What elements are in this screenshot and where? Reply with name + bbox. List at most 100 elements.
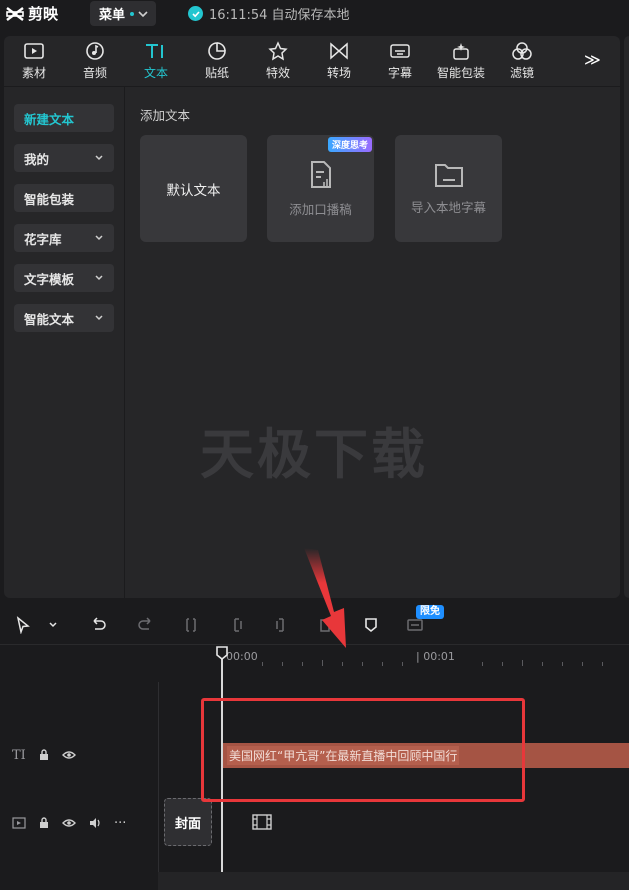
text-panel: 素材 音频 文本 贴纸 特效 转场 字幕 智能包装 滤镜 ≫ 新建文本 我的 智… — [4, 36, 620, 598]
card-label: 默认文本 — [166, 182, 221, 199]
lock-icon[interactable] — [38, 817, 50, 829]
redo-icon — [138, 617, 151, 630]
text-icon — [146, 44, 163, 58]
select-mode-dropdown[interactable] — [42, 614, 64, 636]
card-label: 添加口播稿 — [289, 202, 352, 217]
tab-transition[interactable]: 转场 — [311, 40, 367, 84]
tab-audio-label: 音频 — [82, 66, 107, 80]
split-left-button[interactable] — [226, 614, 248, 636]
split-button[interactable] — [180, 614, 202, 636]
video-track-icon — [12, 817, 26, 829]
annotation-highlight-box — [201, 698, 525, 802]
sidebar-item-label: 我的 — [24, 151, 50, 167]
media-icon — [24, 43, 44, 59]
ruler-tick — [542, 662, 543, 666]
limited-free-badge: 限免 — [416, 605, 444, 619]
right-panel-edge — [624, 36, 629, 598]
ruler-tick — [402, 662, 403, 666]
tab-sticker[interactable]: 贴纸 — [189, 40, 245, 84]
sidebar-item-label: 智能文本 — [24, 311, 75, 327]
volume-icon[interactable] — [88, 817, 102, 829]
sidebar-item-new-text[interactable]: 新建文本 — [14, 104, 114, 132]
import-subtitle-card[interactable]: 导入本地字幕 — [395, 135, 502, 242]
timeline-scrollbar[interactable] — [158, 872, 629, 890]
sidebar-item-mine[interactable]: 我的 — [14, 144, 114, 172]
trim-right-icon — [276, 618, 284, 632]
autosave-text: 16:11:54 自动保存本地 — [209, 8, 350, 23]
sidebar-item-text-template[interactable]: 文字模板 — [14, 264, 114, 292]
playhead-handle-icon[interactable] — [216, 646, 228, 660]
sidebar-item-label: 智能包装 — [24, 191, 75, 207]
sticker-icon — [208, 42, 226, 60]
tab-subtitle[interactable]: 字幕 — [372, 40, 428, 84]
sidebar-item-smart-text[interactable]: 智能文本 — [14, 304, 114, 332]
smart-pack-icon — [453, 43, 469, 60]
chevron-down-icon — [138, 10, 148, 17]
ruler-tick — [262, 662, 263, 666]
ruler-tick — [582, 662, 583, 666]
app-name: 剪映 — [28, 5, 59, 23]
ruler-tick — [282, 662, 283, 666]
chevron-down-icon — [95, 275, 103, 281]
tab-smart-pack[interactable]: 智能包装 — [433, 40, 489, 84]
add-script-card[interactable]: 深度思考 添加口播稿 — [267, 135, 374, 242]
tab-effects[interactable]: 特效 — [250, 40, 306, 84]
tab-media-label: 素材 — [21, 66, 46, 80]
ruler-tick — [382, 662, 383, 666]
app-logo: 剪映 — [6, 3, 58, 24]
sidebar-item-flower-text[interactable]: 花字库 — [14, 224, 114, 252]
tab-audio[interactable]: 音频 — [67, 40, 123, 84]
watermark-text: 天极下载 — [200, 423, 428, 486]
tab-text-label: 文本 — [143, 66, 168, 80]
card-label: 导入本地字幕 — [410, 200, 486, 215]
cursor-icon — [16, 616, 30, 634]
timeline-ruler: 00:00 | 00:01 — [222, 646, 629, 668]
film-strip-icon — [252, 814, 272, 830]
split-right-button[interactable] — [270, 614, 292, 636]
ruler-tick — [302, 662, 303, 666]
sidebar-item-smart-pack[interactable]: 智能包装 — [14, 184, 114, 212]
script-file-icon — [310, 161, 331, 188]
more-tabs-button[interactable]: ≫ — [584, 50, 601, 69]
menu-button[interactable]: 菜单 — [90, 1, 156, 26]
default-text-card[interactable]: 默认文本 — [140, 135, 247, 242]
cover-button[interactable]: 封面 — [164, 798, 212, 846]
content-title: 添加文本 — [140, 108, 191, 123]
tab-media[interactable]: 素材 — [6, 40, 62, 84]
capcut-logo-icon — [6, 6, 24, 21]
category-toolbar: 素材 音频 文本 贴纸 特效 转场 字幕 智能包装 滤镜 ≫ — [4, 36, 620, 87]
ruler-tick — [322, 660, 323, 666]
eye-icon[interactable] — [61, 750, 76, 760]
tab-filter[interactable]: 滤镜 — [494, 40, 550, 84]
marker-button[interactable] — [360, 614, 382, 636]
split-icon — [186, 618, 196, 632]
ruler-tick — [362, 662, 363, 666]
tab-sticker-label: 贴纸 — [204, 66, 229, 80]
eye-icon[interactable] — [62, 818, 76, 828]
video-track-header: ··· — [0, 802, 158, 844]
select-tool-button[interactable] — [12, 614, 34, 636]
ruler-tick — [482, 662, 483, 666]
undo-button[interactable] — [88, 614, 110, 636]
audio-icon — [86, 42, 104, 60]
lock-icon[interactable] — [38, 749, 50, 761]
chevron-down-icon — [95, 315, 103, 321]
more-options-icon[interactable]: ··· — [114, 816, 126, 831]
autosave-status: 16:11:54 自动保存本地 — [188, 4, 350, 23]
deep-think-badge: 深度思考 — [327, 137, 372, 152]
tab-text[interactable]: 文本 — [128, 40, 184, 84]
tab-filter-label: 滤镜 — [509, 66, 534, 80]
ruler-tick — [522, 660, 523, 666]
ruler-label-start: 00:00 — [226, 650, 258, 663]
tab-effects-label: 特效 — [265, 66, 290, 80]
marker-shield-icon — [365, 618, 377, 633]
chevron-down-icon — [95, 235, 103, 241]
folder-icon — [434, 164, 463, 187]
redo-button[interactable] — [134, 614, 156, 636]
annotation-arrow-icon — [304, 548, 346, 648]
effects-icon — [268, 41, 288, 61]
trim-left-icon — [234, 618, 242, 632]
menu-label: 菜单 — [99, 8, 126, 23]
menu-notification-dot — [130, 11, 135, 16]
subtitle-icon — [390, 44, 410, 58]
